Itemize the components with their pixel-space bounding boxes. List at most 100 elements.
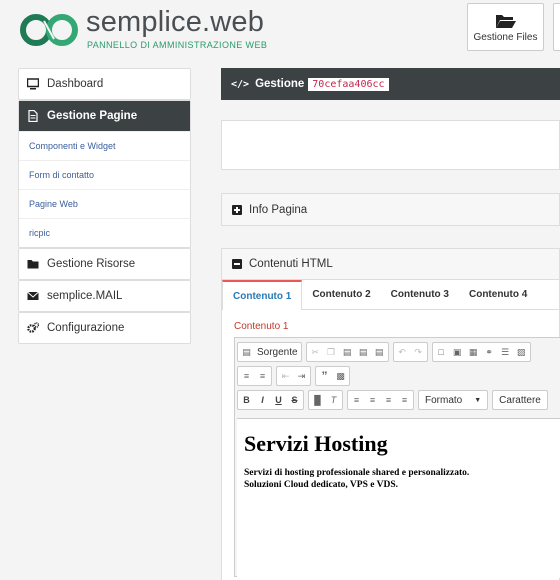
image-icon[interactable]: ▣ <box>452 345 463 359</box>
tab-contenuto-4[interactable]: Contenuto 4 <box>459 280 537 309</box>
style-group: B I U S <box>237 390 304 410</box>
editor-toolbar-row-1: ▤ Sorgente ✂ ❐ ▤ ▤ ▤ ↶ ↷ □ ▣ ▦ ⚭ ☰ ▨ <box>237 342 531 362</box>
sidebar-subitem-pagine-web[interactable]: Pagine Web <box>19 189 190 218</box>
list-group: ≡ ≡ <box>237 366 272 386</box>
source-button-label: Sorgente <box>257 346 298 358</box>
content-panel: Contenuti HTML Contenuto 1 Contenuto 2 C… <box>221 248 560 580</box>
content-panel-title: Contenuti HTML <box>249 258 333 270</box>
source-icon: ▤ <box>242 346 251 357</box>
sidebar-item-label: Configurazione <box>47 322 125 334</box>
align-group: ≡ ≡ ≡ ≡ <box>347 390 414 410</box>
info-panel-title: Info Pagina <box>249 203 308 216</box>
page-title: Gestione <box>255 78 305 90</box>
brand-name: semplice.web <box>86 6 265 38</box>
header: semplice.web PANNELLO DI AMMINISTRAZIONE… <box>0 0 560 64</box>
sidebar-item-gestione-risorse[interactable]: Gestione Risorse <box>18 248 191 280</box>
underline-icon[interactable]: U <box>273 393 284 407</box>
file-icon <box>28 110 38 122</box>
page-code: 70cefaa406cc <box>308 77 389 91</box>
logo <box>20 14 78 46</box>
content-line-2: Soluzioni Cloud dedicato, VPS e VDS. <box>244 480 399 490</box>
code-icon: </> <box>231 78 250 90</box>
globe-icon[interactable]: ⚭ <box>484 345 495 359</box>
indent-group: ⇤ ⇥ <box>276 366 311 386</box>
italic-icon[interactable]: I <box>257 393 268 407</box>
table-icon[interactable]: ▦ <box>468 345 479 359</box>
editor-toolbar-row-3: B I U S █ T ≡ ≡ ≡ ≡ Formato ▼ Carattere <box>237 390 548 410</box>
plus-square-icon <box>232 204 242 215</box>
editor-toolbar-row-2: ≡ ≡ ⇤ ⇥ ” ▩ <box>237 366 350 386</box>
folder-icon <box>27 260 39 269</box>
align-center-icon[interactable]: ≡ <box>367 393 378 407</box>
document-icon[interactable]: □ <box>436 345 447 359</box>
sidebar-item-label: Gestione Pagine <box>47 110 138 122</box>
envelope-icon <box>27 291 39 300</box>
block-group: ” ▩ <box>315 366 350 386</box>
sidebar-item-label: Dashboard <box>47 78 104 90</box>
brand-subtitle: PANNELLO DI AMMINISTRAZIONE WEB <box>87 40 268 50</box>
horizontal-line-icon[interactable]: ☰ <box>500 345 511 359</box>
sidebar-item-label: semplice.MAIL <box>47 290 123 302</box>
clipboard-group: ✂ ❐ ▤ ▤ ▤ <box>305 342 389 362</box>
sidebar-item-gestione-pagine[interactable]: Gestione Pagine <box>19 101 190 131</box>
cut-icon[interactable]: ✂ <box>310 345 321 359</box>
content-section-label: Contenuto 1 <box>234 321 289 332</box>
paste-text-icon[interactable]: ▤ <box>358 345 369 359</box>
remove-format-icon[interactable]: T <box>328 393 339 407</box>
cogs-icon <box>27 322 39 333</box>
blockquote-icon[interactable]: ” <box>319 369 330 383</box>
tab-contenuto-2[interactable]: Contenuto 2 <box>302 280 380 309</box>
undo-icon[interactable]: ↶ <box>397 345 408 359</box>
header-button-partial[interactable] <box>553 3 560 51</box>
source-button[interactable]: ▤ Sorgente <box>237 342 302 362</box>
outdent-icon[interactable]: ⇤ <box>280 369 291 383</box>
align-left-icon[interactable]: ≡ <box>351 393 362 407</box>
redo-icon[interactable]: ↷ <box>413 345 424 359</box>
copy-icon[interactable]: ❐ <box>326 345 337 359</box>
bulleted-list-icon[interactable]: ≡ <box>257 369 268 383</box>
content-heading: Servizi Hosting <box>244 431 388 456</box>
info-panel[interactable]: Info Pagina <box>221 193 560 226</box>
editor-content-area[interactable]: Servizi Hosting Servizi di hosting profe… <box>237 418 560 578</box>
paste-icon[interactable]: ▤ <box>342 345 353 359</box>
content-tabs: Contenuto 1 Contenuto 2 Contenuto 3 Cont… <box>222 280 559 310</box>
font-select[interactable]: Carattere <box>492 390 548 410</box>
iframe-icon[interactable]: ▨ <box>516 345 527 359</box>
rich-text-editor: ▤ Sorgente ✂ ❐ ▤ ▤ ▤ ↶ ↷ □ ▣ ▦ ⚭ ☰ ▨ ≡ ≡… <box>234 337 560 578</box>
align-justify-icon[interactable]: ≡ <box>399 393 410 407</box>
sidebar-subitem-form-contatto[interactable]: Form di contatto <box>19 160 190 189</box>
sidebar-item-configurazione[interactable]: Configurazione <box>18 312 191 344</box>
copy-format-icon[interactable]: █ <box>312 393 323 407</box>
folder-open-icon <box>495 15 516 28</box>
font-select-label: Carattere <box>499 394 541 406</box>
undo-group: ↶ ↷ <box>392 342 428 362</box>
div-container-icon[interactable]: ▩ <box>335 369 346 383</box>
top-blank-panel <box>221 120 560 170</box>
numbered-list-icon[interactable]: ≡ <box>241 369 252 383</box>
files-button-label: Gestione Files <box>473 32 538 43</box>
content-line-1: Servizi di hosting professionale shared … <box>244 468 470 478</box>
format-select-label: Formato <box>425 394 463 406</box>
sidebar-subitem-componenti[interactable]: Componenti e Widget <box>19 131 190 160</box>
chevron-down-icon: ▼ <box>474 396 482 404</box>
strike-icon[interactable]: S <box>289 393 300 407</box>
format-select[interactable]: Formato ▼ <box>418 390 489 410</box>
bold-icon[interactable]: B <box>241 393 252 407</box>
indent-icon[interactable]: ⇥ <box>296 369 307 383</box>
sidebar-item-label: Gestione Risorse <box>47 258 136 270</box>
tab-contenuto-3[interactable]: Contenuto 3 <box>381 280 459 309</box>
sidebar-item-semplice-mail[interactable]: semplice.MAIL <box>18 280 191 312</box>
sidebar-group-pagine: Gestione Pagine Componenti e Widget Form… <box>18 100 191 248</box>
tab-contenuto-1[interactable]: Contenuto 1 <box>222 280 303 310</box>
content-panel-header[interactable]: Contenuti HTML <box>222 249 559 280</box>
paste-word-icon[interactable]: ▤ <box>374 345 385 359</box>
format-tools-group: █ T <box>308 390 343 410</box>
sidebar-subitem-ricpic[interactable]: ricpic <box>19 218 190 247</box>
sidebar-item-dashboard[interactable]: Dashboard <box>18 68 191 100</box>
files-button[interactable]: Gestione Files <box>467 3 544 51</box>
align-right-icon[interactable]: ≡ <box>383 393 394 407</box>
minus-square-icon <box>232 259 242 269</box>
insert-group: □ ▣ ▦ ⚭ ☰ ▨ <box>431 342 531 362</box>
page-title-bar: </> Gestione 70cefaa406cc <box>221 68 560 100</box>
monitor-icon <box>27 78 39 90</box>
